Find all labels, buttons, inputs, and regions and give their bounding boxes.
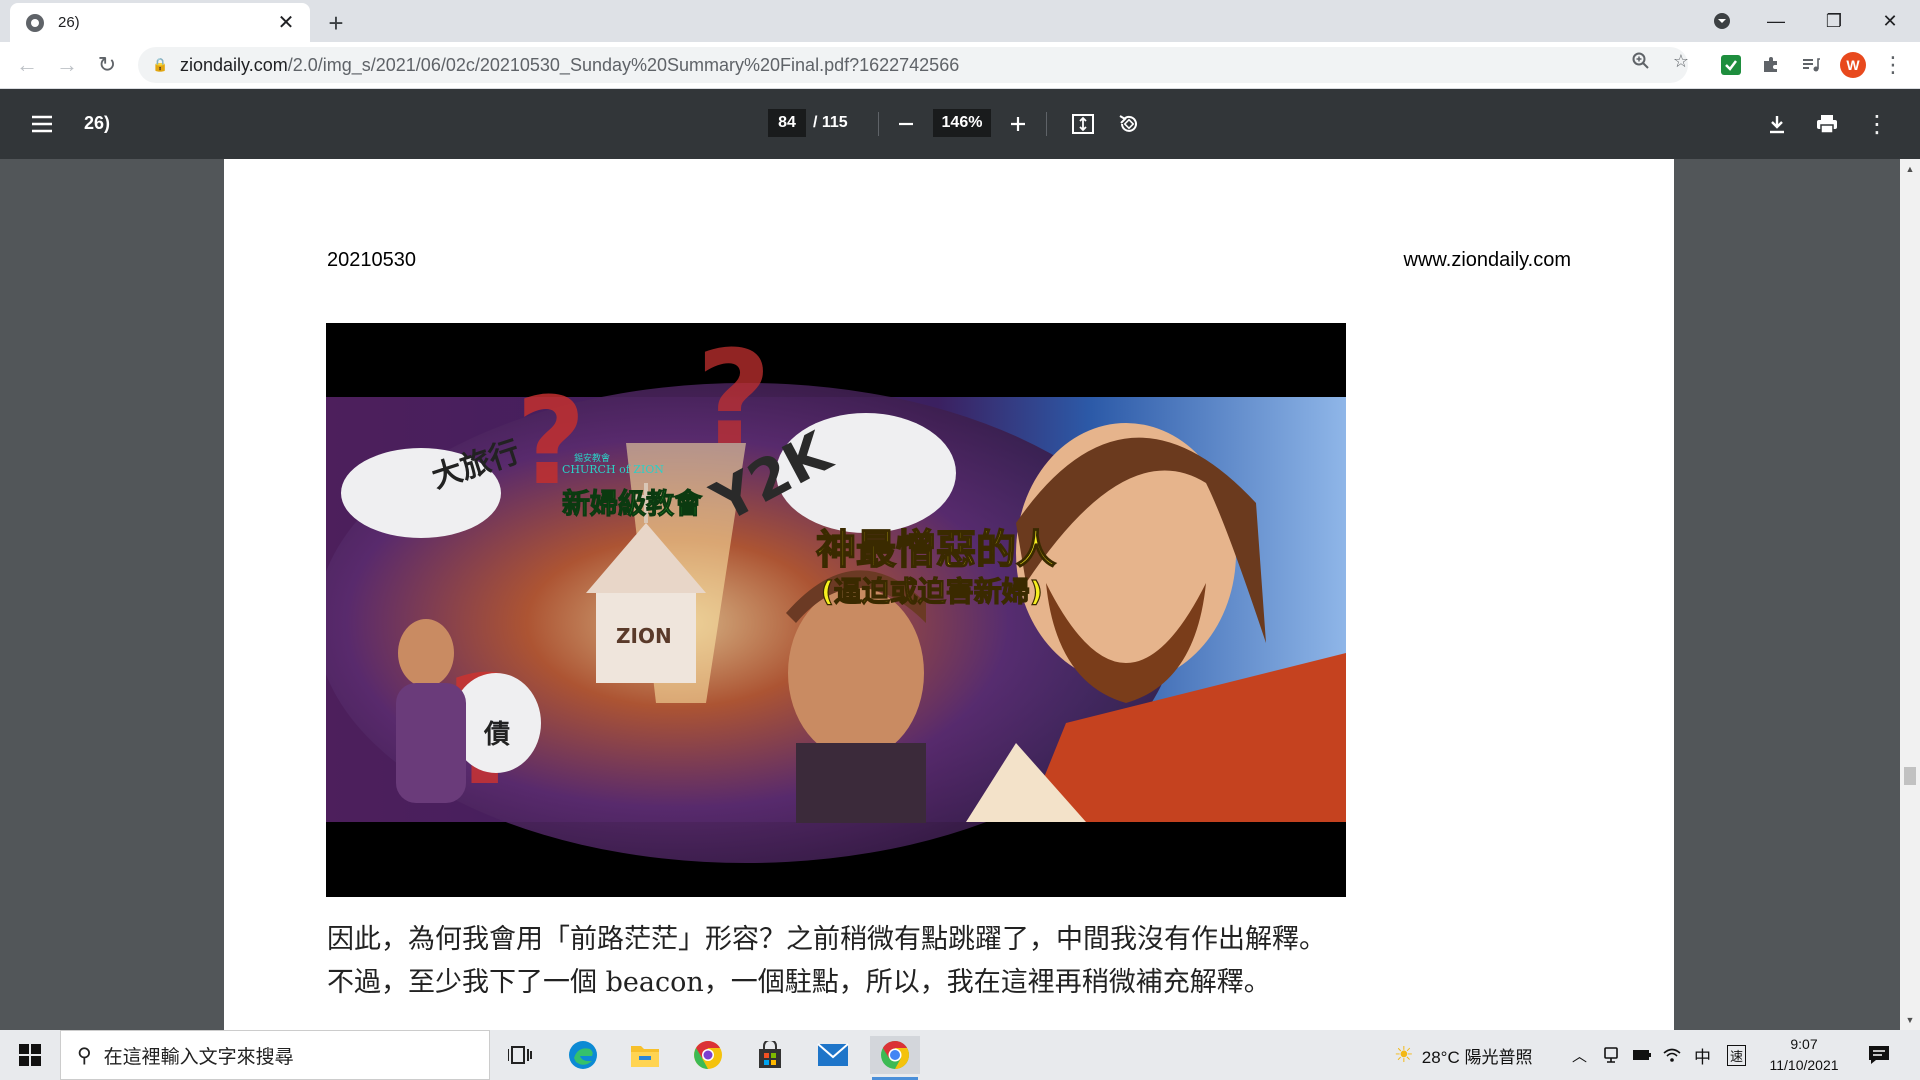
tab-strip: 26) ✕ + — ❐ ✕	[0, 0, 1920, 42]
weather-icon: ☀	[1394, 1042, 1414, 1067]
browser-menu-icon[interactable]: ⋮	[1880, 52, 1906, 78]
banner-illustration: ? ? ? 大旅行 Y2K ZION 債 錫安教會	[326, 323, 1346, 863]
network-status-icon[interactable]	[1603, 1030, 1619, 1080]
banner-church-name-en: CHURCH of ZION	[562, 463, 664, 476]
ime-mode-indicator[interactable]: 速	[1727, 1030, 1747, 1080]
clock-date: 11/10/2021	[1769, 1057, 1839, 1073]
browser-toolbar: ← → ↻ 🔒 ziondaily.com/2.0/img_s/2021/06/…	[0, 42, 1920, 89]
reload-icon[interactable]: ↻	[92, 50, 122, 80]
address-bar[interactable]: 🔒 ziondaily.com/2.0/img_s/2021/06/02c/20…	[138, 47, 1688, 83]
forward-icon[interactable]: →	[52, 50, 82, 80]
print-icon[interactable]	[1812, 109, 1842, 139]
vertical-scrollbar[interactable]: ▲ ▼	[1900, 159, 1920, 1030]
toolbar-divider	[1046, 112, 1047, 136]
search-icon: ⚲	[77, 1044, 92, 1067]
windows-start-icon[interactable]	[0, 1030, 60, 1080]
zoom-out-icon[interactable]	[891, 109, 921, 139]
scroll-down-icon[interactable]: ▼	[1900, 1012, 1920, 1028]
media-control-icon[interactable]	[1798, 52, 1824, 78]
profile-avatar[interactable]: W	[1840, 52, 1866, 78]
tab-title: 26)	[58, 14, 80, 31]
tab-search-icon[interactable]	[1704, 6, 1740, 36]
page-total: / 115	[813, 114, 848, 131]
banner-title-line2: (逼迫或迫害新婦)	[821, 575, 1043, 608]
pdf-page: 20210530 www.ziondaily.com ? ? 大旅行 Y2K Z…	[224, 159, 1674, 1030]
extension-check-icon[interactable]	[1718, 52, 1744, 78]
taskbar-clock[interactable]: 9:07 11/10/2021	[1760, 1034, 1848, 1076]
page-header-date: 20210530	[327, 249, 416, 271]
file-explorer-icon[interactable]	[620, 1036, 670, 1074]
globe-icon	[26, 13, 44, 32]
banner-zion-text: ZION	[616, 624, 672, 648]
bookmark-star-icon[interactable]: ☆	[1670, 50, 1692, 72]
pdf-document-title: 26)	[84, 113, 111, 133]
edge-browser-icon[interactable]	[558, 1036, 608, 1074]
tray-overflow-icon[interactable]: ︿	[1572, 1030, 1587, 1080]
weather-widget[interactable]: ☀ 28°C 陽光普照	[1394, 1030, 1532, 1080]
zoom-in-icon[interactable]	[1003, 109, 1033, 139]
windows-taskbar: ⚲ 在這裡輸入文字來搜尋 ☀ 28°C 陽光普照 ︿ 中 速 9:07 11/1…	[0, 1030, 1920, 1080]
fit-to-page-icon[interactable]	[1068, 109, 1098, 139]
scroll-thumb[interactable]	[1904, 767, 1916, 785]
task-view-icon[interactable]	[495, 1036, 545, 1074]
page-header-site: www.ziondaily.com	[1403, 249, 1571, 271]
taskbar-search-input[interactable]: ⚲ 在這裡輸入文字來搜尋	[60, 1030, 490, 1080]
restore-icon[interactable]: ❐	[1816, 6, 1852, 36]
close-tab-icon[interactable]: ✕	[274, 11, 298, 35]
lock-icon: 🔒	[152, 57, 169, 72]
sermon-banner-image: ? ? ? 大旅行 Y2K ZION 債 錫安教會	[326, 323, 1346, 897]
mail-icon[interactable]	[808, 1036, 858, 1074]
weather-text: 28°C 陽光普照	[1421, 1047, 1533, 1067]
toolbar-divider	[878, 112, 879, 136]
download-icon[interactable]	[1762, 109, 1792, 139]
back-icon[interactable]: ←	[12, 50, 42, 80]
store-icon[interactable]	[745, 1036, 795, 1074]
battery-icon[interactable]	[1632, 1030, 1652, 1080]
extensions-puzzle-icon[interactable]	[1758, 52, 1784, 78]
pdf-toolbar: 26) 84 / 115 146% ⋮	[0, 89, 1920, 159]
window-close-icon[interactable]: ✕	[1872, 6, 1908, 36]
url-text[interactable]: ziondaily.com/2.0/img_s/2021/06/02c/2021…	[180, 55, 959, 76]
banner-debt-text: 債	[483, 720, 510, 750]
minimize-icon[interactable]: —	[1758, 6, 1794, 36]
banner-title-line1: 神最憎惡的人	[816, 527, 1056, 573]
body-paragraph-line: 因此，為何我會用「前路茫茫」形容？之前稍微有點跳躍了，中間我沒有作出解釋。	[327, 924, 1326, 955]
zoom-icon[interactable]	[1630, 50, 1652, 72]
body-paragraph-line: 不過，至少我下了一個 beacon，一個駐點，所以，我在這裡再稍微補充解釋。	[327, 967, 1271, 998]
rotate-icon[interactable]	[1114, 109, 1144, 139]
browser-tab[interactable]: 26) ✕	[10, 3, 310, 42]
wifi-icon[interactable]	[1662, 1030, 1682, 1080]
pdf-more-icon[interactable]: ⋮	[1862, 109, 1892, 139]
banner-group-name: 新婦級教會	[562, 487, 703, 520]
page-number-input[interactable]: 84	[768, 109, 806, 137]
zoom-level-input[interactable]: 146%	[933, 109, 991, 137]
scroll-up-icon[interactable]: ▲	[1900, 161, 1920, 177]
chrome-active-icon[interactable]	[870, 1036, 920, 1080]
ime-language-indicator[interactable]: 中	[1694, 1030, 1711, 1080]
clock-time: 9:07	[1790, 1036, 1818, 1052]
search-placeholder: 在這裡輸入文字來搜尋	[103, 1046, 294, 1068]
hamburger-menu-icon[interactable]	[27, 109, 57, 139]
new-tab-button[interactable]: +	[322, 8, 350, 38]
notification-center-icon[interactable]	[1868, 1030, 1890, 1080]
chrome-app-icon[interactable]	[683, 1036, 733, 1074]
